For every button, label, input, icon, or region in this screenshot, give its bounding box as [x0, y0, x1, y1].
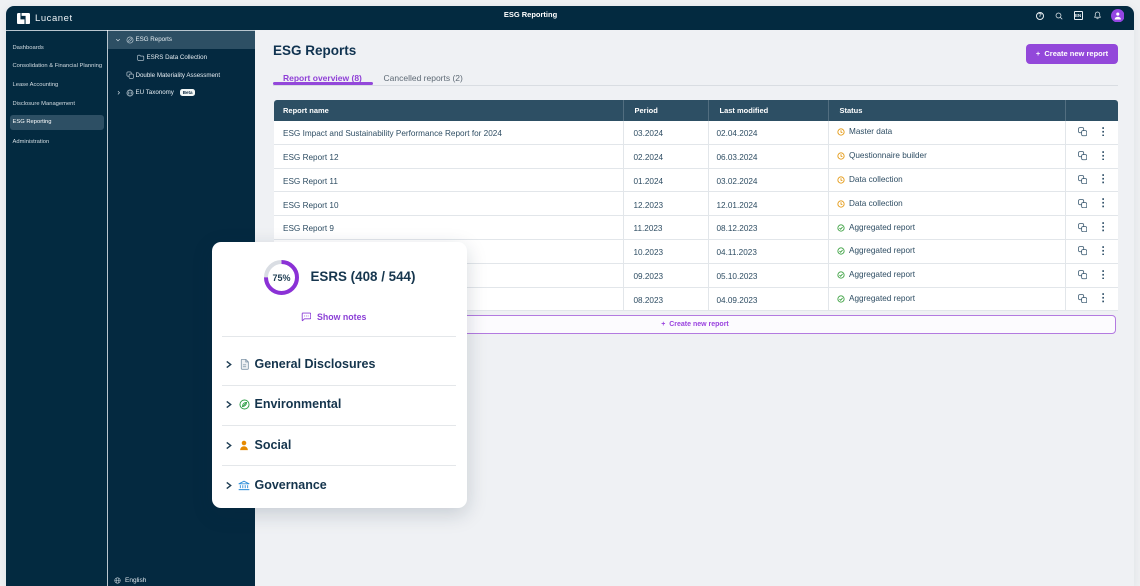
svg-text:75%: 75% — [272, 272, 290, 282]
